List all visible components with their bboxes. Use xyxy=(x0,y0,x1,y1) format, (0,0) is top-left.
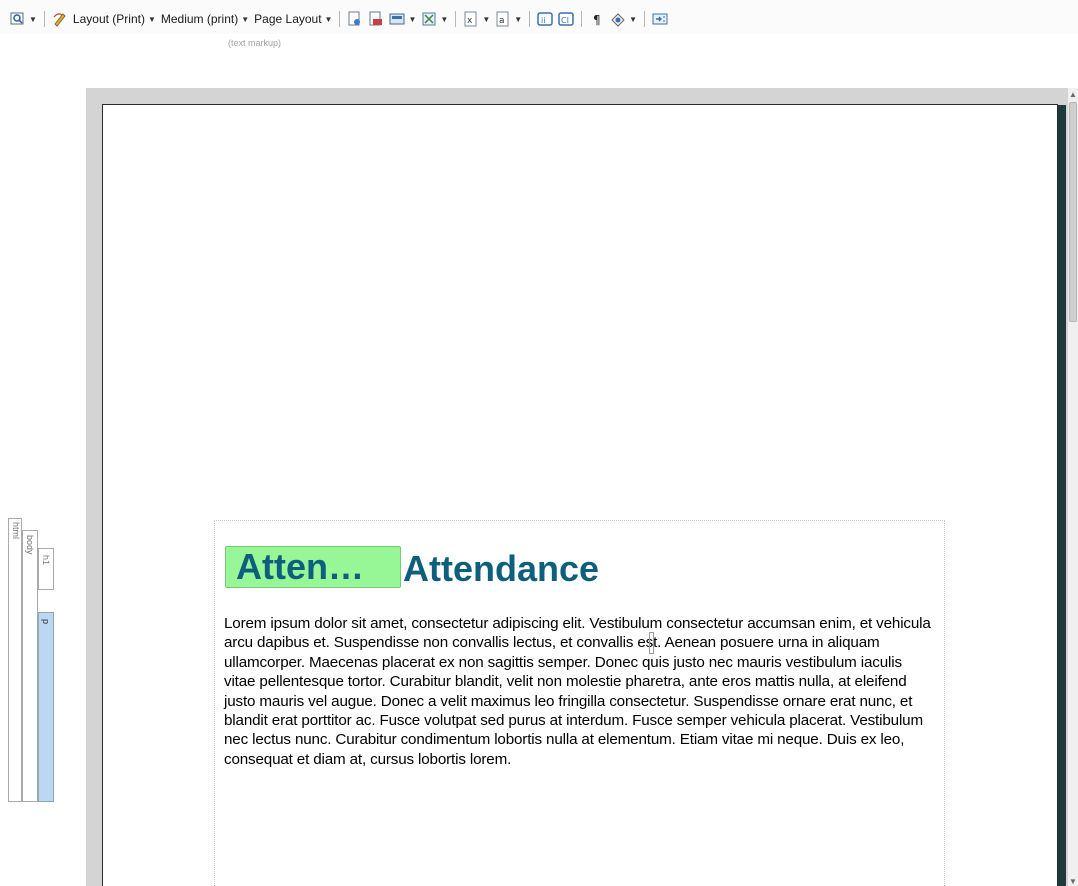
info-icon: ii xyxy=(537,11,553,27)
chevron-down-icon: ▼ xyxy=(147,14,156,24)
spelling-button[interactable] xyxy=(52,11,68,27)
element-strip-h1[interactable]: h1 xyxy=(38,548,54,590)
text-cursor-marker xyxy=(649,632,654,654)
page-icon xyxy=(347,11,363,27)
vertical-scrollbar[interactable]: ▲ ▼ xyxy=(1068,88,1078,886)
toolbar-separator xyxy=(43,11,45,27)
visibility-dropdown[interactable]: ▼ xyxy=(610,11,637,27)
zoom-dropdown[interactable]: ▼ xyxy=(10,11,37,27)
chevron-down-icon: ▼ xyxy=(629,14,638,24)
info-button[interactable]: ii xyxy=(537,11,553,27)
body-paragraph[interactable]: Lorem ipsum dolor sit amet, consectetur … xyxy=(224,614,932,769)
element-strip-p[interactable]: p xyxy=(38,612,54,802)
svg-text:CI: CI xyxy=(561,16,569,25)
svg-text:¶: ¶ xyxy=(593,13,601,27)
svg-text:ii: ii xyxy=(541,16,545,25)
element-strip-html[interactable]: html xyxy=(8,518,22,802)
paragraph-mark-icon: ¶ xyxy=(589,11,605,27)
chevron-down-icon: ▼ xyxy=(482,14,491,24)
text-markup-caption: (text markup) xyxy=(228,38,282,48)
print-preview-button[interactable] xyxy=(368,11,384,27)
chevron-down-icon: ▼ xyxy=(241,14,250,24)
element-strip-h1-label: h1 xyxy=(41,555,51,566)
page-title[interactable]: Attendance xyxy=(403,549,599,589)
insert-a-dropdown[interactable]: a ▼ xyxy=(495,11,522,27)
export-icon xyxy=(652,11,668,27)
element-strip-p-label: p xyxy=(41,619,51,625)
svg-text:a: a xyxy=(499,16,505,26)
image-icon xyxy=(389,11,405,27)
layout-print-dropdown[interactable]: Layout (Print) ▼ xyxy=(73,12,156,26)
element-strip-body[interactable]: body xyxy=(22,530,38,802)
ci-button[interactable]: CI xyxy=(558,11,574,27)
page-layout-label: Page Layout xyxy=(254,12,322,26)
chevron-down-icon: ▼ xyxy=(324,14,333,24)
paragraph-mark-button[interactable]: ¶ xyxy=(589,11,605,27)
toolbar-separator xyxy=(339,11,341,27)
spelling-icon xyxy=(52,11,68,27)
h1-element-tag[interactable]: Atten… xyxy=(225,546,401,588)
toolbar-separator xyxy=(455,11,457,27)
medium-print-dropdown[interactable]: Medium (print) ▼ xyxy=(161,12,249,26)
insert-x-icon: x xyxy=(463,11,479,27)
medium-print-label: Medium (print) xyxy=(160,12,239,26)
element-strip-html-label: html xyxy=(11,522,21,540)
frame-icon xyxy=(421,11,437,27)
chevron-down-icon: ▼ xyxy=(514,14,523,24)
svg-text:x: x xyxy=(467,16,473,26)
print-preview-icon xyxy=(368,11,384,27)
toolbar-separator xyxy=(581,11,583,27)
scrollbar-thumb[interactable] xyxy=(1069,102,1077,322)
scroll-down-icon[interactable]: ▼ xyxy=(1069,877,1077,886)
page-shadow xyxy=(1058,105,1066,886)
chevron-down-icon: ▼ xyxy=(408,14,417,24)
heading-row: Atten… Attendance xyxy=(225,545,599,589)
toolbar-separator xyxy=(529,11,531,27)
ci-icon: CI xyxy=(558,11,574,27)
insert-x-dropdown[interactable]: x ▼ xyxy=(463,11,490,27)
frame-dropdown[interactable]: ▼ xyxy=(421,11,448,27)
toolbar: ▼ Layout (Print) ▼ Medium (print) ▼ Page… xyxy=(0,0,1078,48)
toolbar-row: ▼ Layout (Print) ▼ Medium (print) ▼ Page… xyxy=(10,8,668,30)
layout-print-label: Layout (Print) xyxy=(72,12,145,26)
toolbar-separator xyxy=(644,11,646,27)
chevron-down-icon: ▼ xyxy=(29,14,37,24)
visibility-icon xyxy=(610,11,626,27)
element-strip-body-label: body xyxy=(25,535,35,555)
export-button[interactable] xyxy=(652,11,668,27)
scroll-up-icon[interactable]: ▲ xyxy=(1069,90,1077,99)
page-button[interactable] xyxy=(347,11,363,27)
chevron-down-icon: ▼ xyxy=(440,14,449,24)
zoom-icon xyxy=(10,11,26,27)
image-dropdown[interactable]: ▼ xyxy=(389,11,416,27)
insert-a-icon: a xyxy=(495,11,511,27)
page-layout-dropdown[interactable]: Page Layout ▼ xyxy=(254,12,332,26)
